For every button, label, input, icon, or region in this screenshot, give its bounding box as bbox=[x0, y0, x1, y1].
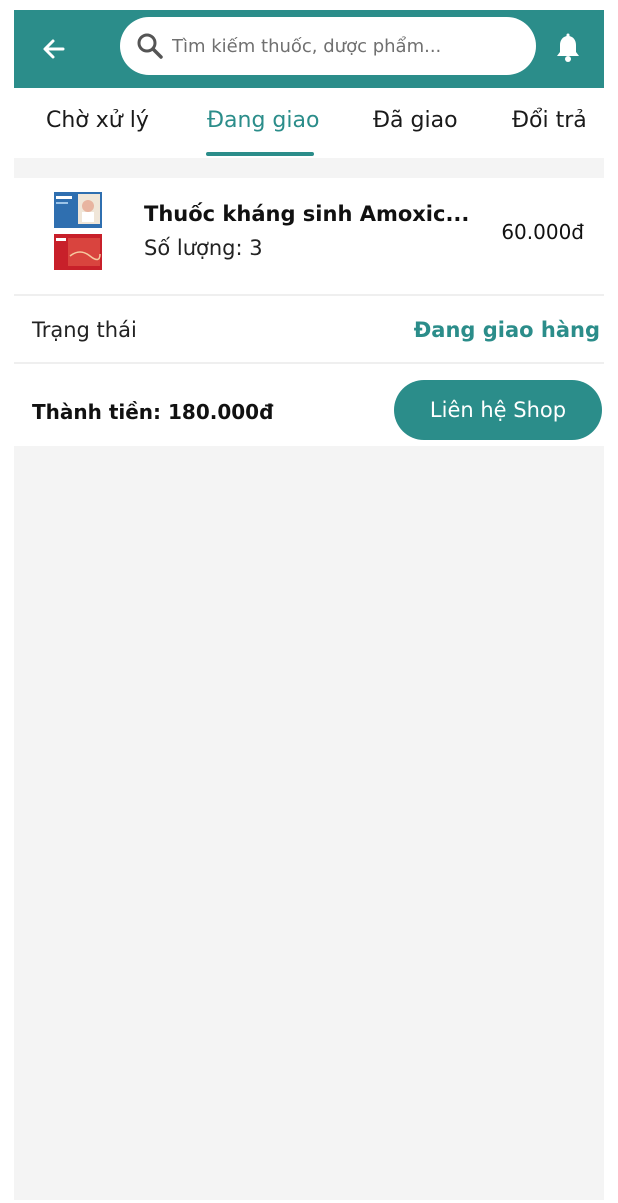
tab-shipping[interactable]: Đang giao bbox=[207, 108, 319, 133]
app-screen: Chờ xử lý Đang giao Đã giao Đổi trả bbox=[0, 0, 618, 1203]
search-bar[interactable] bbox=[120, 17, 536, 75]
product-image bbox=[54, 192, 102, 270]
tab-delivered[interactable]: Đã giao bbox=[373, 108, 458, 133]
bell-icon bbox=[557, 33, 579, 62]
notification-button[interactable] bbox=[548, 28, 588, 68]
product-name[interactable]: Thuốc kháng sinh Amoxic... bbox=[144, 202, 469, 226]
divider bbox=[14, 362, 604, 364]
search-input[interactable] bbox=[172, 17, 522, 75]
tab-pending[interactable]: Chờ xử lý bbox=[46, 108, 149, 133]
product-price: 60.000đ bbox=[501, 220, 584, 244]
arrow-left-icon bbox=[43, 39, 65, 59]
status-value: Đang giao hàng bbox=[413, 318, 600, 342]
top-app-bar bbox=[14, 10, 604, 88]
status-label: Trạng thái bbox=[32, 318, 137, 342]
search-icon bbox=[137, 33, 163, 59]
back-button[interactable] bbox=[32, 27, 76, 71]
tab-returns[interactable]: Đổi trả bbox=[512, 108, 587, 133]
active-tab-indicator bbox=[206, 152, 314, 156]
order-status-tabs: Chờ xử lý Đang giao Đã giao Đổi trả bbox=[14, 88, 604, 158]
order-screen: Chờ xử lý Đang giao Đã giao Đổi trả bbox=[14, 10, 604, 1200]
divider bbox=[14, 294, 604, 296]
product-quantity: Số lượng: 3 bbox=[144, 236, 263, 260]
contact-shop-button[interactable]: Liên hệ Shop bbox=[394, 380, 602, 440]
order-card: Thuốc kháng sinh Amoxic... Số lượng: 3 6… bbox=[14, 178, 604, 446]
order-total: Thành tiền: 180.000đ bbox=[32, 400, 274, 424]
